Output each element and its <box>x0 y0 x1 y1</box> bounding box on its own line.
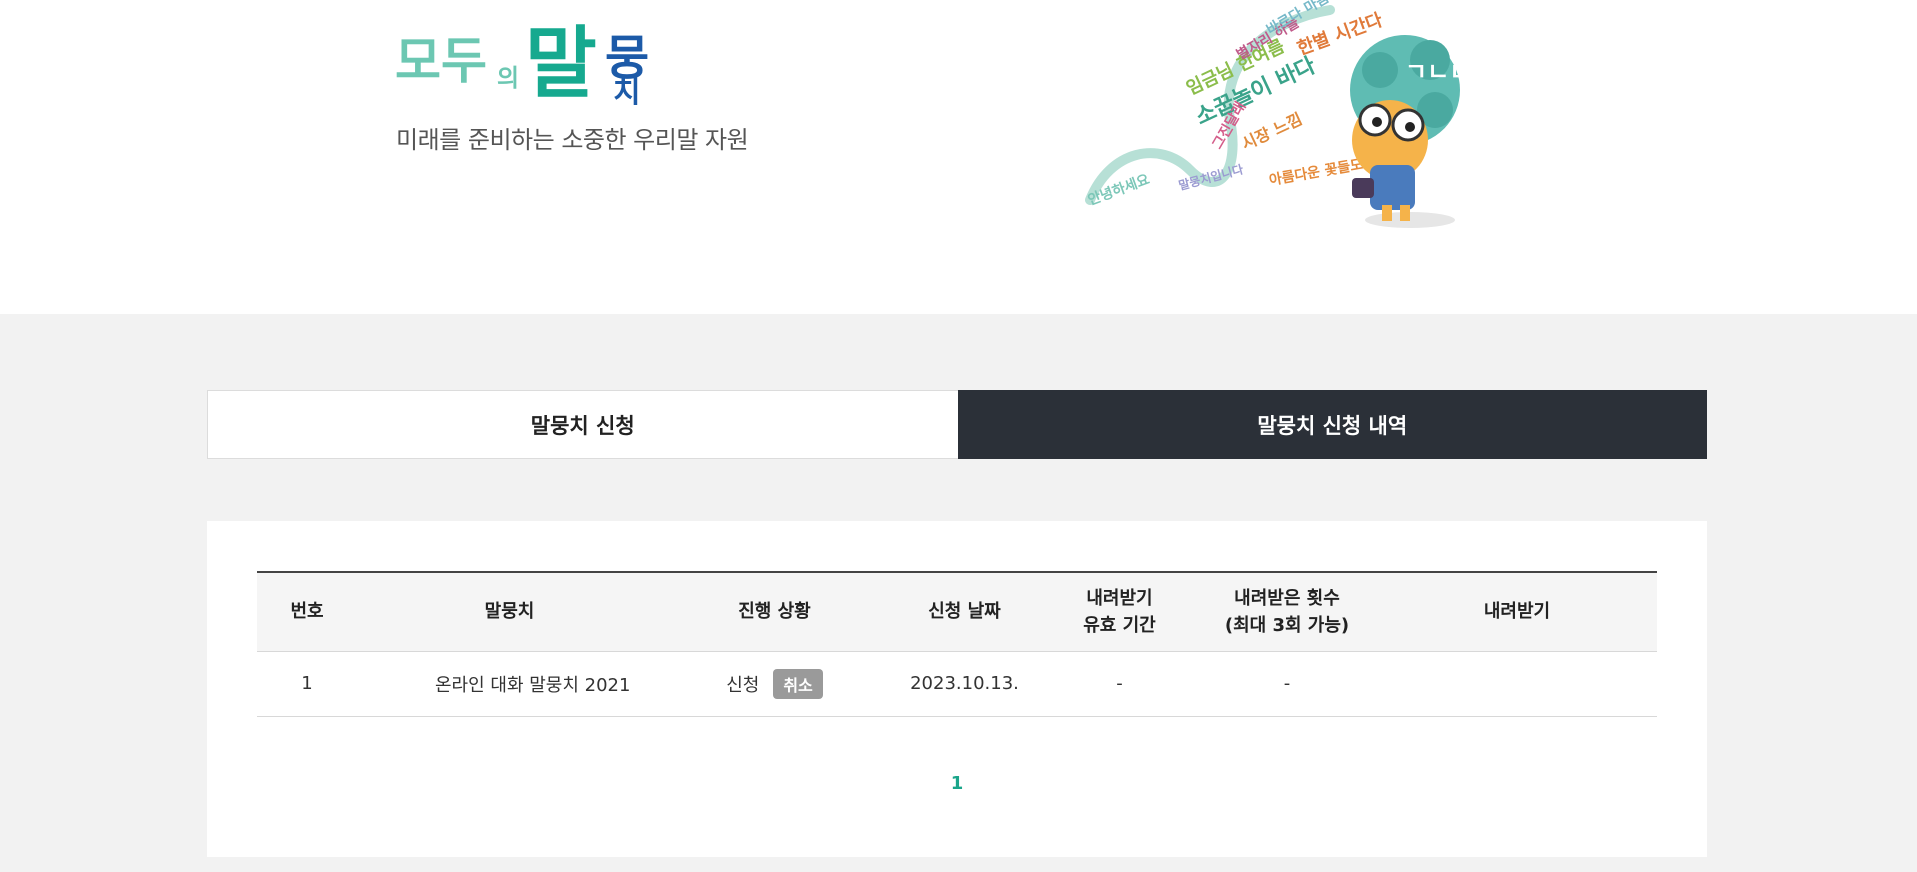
cell-status: 신청 취소 <box>662 651 887 716</box>
svg-text:안녕하세요: 안녕하세요 <box>1086 171 1152 209</box>
site-header: 모두 의 말 뭉 치 미래를 준비하는 소중한 우리말 자원 안녕하세요 말뭉치… <box>0 0 1917 314</box>
header-date: 신청 날짜 <box>928 601 1001 623</box>
tab-corpus-request-history[interactable]: 말뭉치 신청 내역 <box>957 390 1707 459</box>
header-count-line2: (최대 3회 가능) <box>1224 614 1350 636</box>
svg-text:모두: 모두 <box>395 32 487 90</box>
pagination: 1 <box>207 773 1707 794</box>
cell-no: 1 <box>301 673 313 694</box>
header-download: 내려받기 <box>1483 601 1551 623</box>
cell-valid-period: - <box>1116 673 1123 694</box>
header-no: 번호 <box>290 601 324 623</box>
header-status: 진행 상황 <box>738 601 811 623</box>
header-download-count: 내려받은 횟수 (최대 3회 가능) <box>1197 572 1377 651</box>
svg-text:ㄱㄴㄷ: ㄱㄴㄷ <box>1405 58 1471 86</box>
header-count-line1: 내려받은 횟수 <box>1234 587 1340 609</box>
svg-text:시장 느낌: 시장 느낌 <box>1239 109 1305 153</box>
site-logo[interactable]: 모두 의 말 뭉 치 <box>393 6 673 106</box>
page-number-current[interactable]: 1 <box>951 773 964 794</box>
header-valid-period: 내려받기 유효 기간 <box>1042 572 1197 651</box>
table-header-row: 번호 말뭉치 진행 상황 신청 날짜 내려받기 유효 기간 내려받은 횟수 (최… <box>257 572 1657 651</box>
cancel-button[interactable]: 취소 <box>773 668 823 699</box>
svg-text:치: 치 <box>613 75 641 106</box>
site-slogan: 미래를 준비하는 소중한 우리말 자원 <box>396 126 749 154</box>
cell-download-count: - <box>1283 673 1291 694</box>
tab-corpus-request[interactable]: 말뭉치 신청 <box>207 390 958 459</box>
table-row: 1 온라인 대화 말뭉치 2021 신청 취소 2023.10.13. - - <box>257 651 1657 716</box>
cell-date: 2023.10.13. <box>910 673 1019 694</box>
status-text: 신청 <box>726 674 760 696</box>
svg-text:말: 말 <box>525 19 597 106</box>
cell-download <box>1377 651 1657 716</box>
svg-text:의: 의 <box>497 64 519 92</box>
mascot-word-cloud-illustration: 안녕하세요 말뭉치입니다 임금님 한여름 소꿉놀이 바다 그진달래 시장 느낌 … <box>1085 0 1471 228</box>
svg-text:아름다운 꽃들도: 아름다운 꽃들도 <box>1268 156 1365 189</box>
cell-corpus-name: 온라인 대화 말뭉치 2021 <box>435 674 631 696</box>
header-corpus: 말뭉치 <box>484 601 535 623</box>
tab-bar: 말뭉치 신청 말뭉치 신청 내역 <box>207 390 1707 459</box>
request-history-table: 번호 말뭉치 진행 상황 신청 날짜 내려받기 유효 기간 내려받은 횟수 (최… <box>257 571 1657 717</box>
header-valid-line2: 유효 기간 <box>1083 614 1156 636</box>
request-history-panel: 번호 말뭉치 진행 상황 신청 날짜 내려받기 유효 기간 내려받은 횟수 (최… <box>207 521 1707 857</box>
header-valid-line1: 내려받기 <box>1086 587 1153 609</box>
